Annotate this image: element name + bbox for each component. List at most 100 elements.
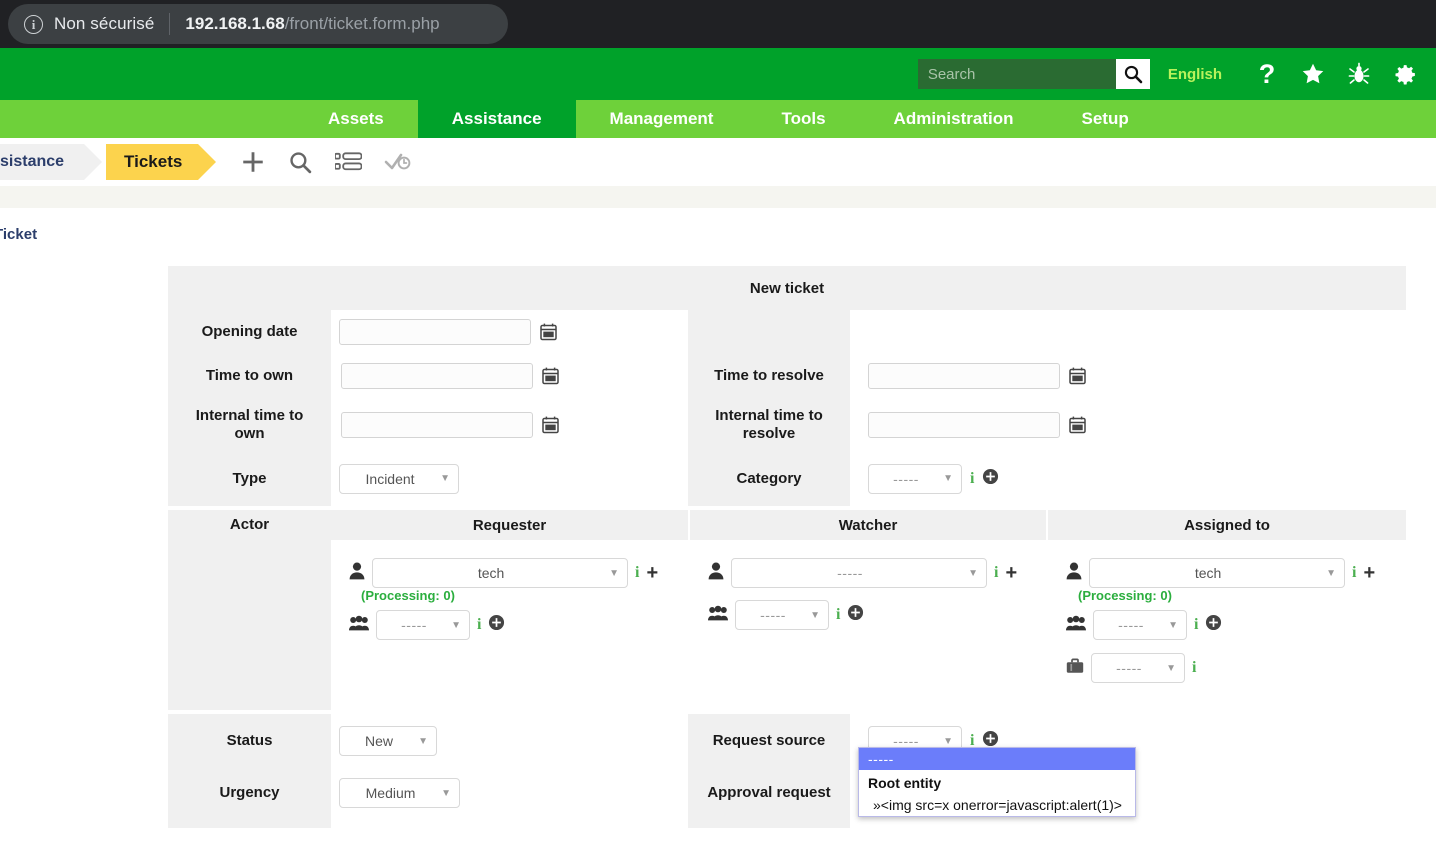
info-icon[interactable]: i <box>1194 616 1198 634</box>
assigned-group-value: ----- <box>1118 617 1144 633</box>
assigned-user-select[interactable]: tech ▼ <box>1089 558 1345 588</box>
urgency-select[interactable]: Medium ▼ <box>339 778 460 808</box>
field-type: Incident ▼ <box>331 451 688 506</box>
breadcrumb-item-tickets[interactable]: Tickets <box>106 144 217 180</box>
label-internal-time-to-own: Internal time to own <box>195 406 304 442</box>
validation-icon[interactable] <box>384 151 412 173</box>
calendar-icon[interactable] <box>542 416 559 434</box>
requester-processing-label: (Processing: 0) <box>361 588 455 603</box>
category-select[interactable]: ----- ▼ <box>868 463 962 494</box>
request-source-dropdown[interactable]: ----- Root entity »<img src=x onerror=ja… <box>858 747 1136 817</box>
requester-user-value: tech <box>477 565 505 581</box>
info-icon[interactable]: i <box>994 564 998 582</box>
actor-requester-title: Requester <box>331 510 688 540</box>
assigned-user-row: tech ▼ i + <box>1048 558 1406 588</box>
type-select[interactable]: Incident ▼ <box>339 463 459 494</box>
list-icon[interactable] <box>335 151 363 173</box>
time-to-resolve-input[interactable] <box>868 363 1060 389</box>
calendar-icon[interactable] <box>542 367 559 385</box>
chevron-down-icon: ▼ <box>943 735 953 747</box>
watcher-user-row: ----- ▼ i + <box>690 558 1046 588</box>
app-top-bar: English ? <box>0 48 1436 100</box>
url-host: 192.168.1.68 <box>185 14 285 33</box>
opening-date-input[interactable] <box>339 319 531 345</box>
menu-item-tools[interactable]: Tools <box>747 100 859 138</box>
watcher-group-select[interactable]: ----- ▼ <box>735 600 829 630</box>
form-section-dates: Opening date Time to own Internal time t… <box>168 310 1406 506</box>
search-submit-button[interactable] <box>1115 59 1150 89</box>
urgency-select-value: Medium <box>365 785 416 801</box>
group-icon <box>349 615 369 636</box>
type-select-value: Incident <box>365 470 415 487</box>
menu-item-administration[interactable]: Administration <box>860 100 1048 138</box>
security-status-label: Non sécurisé <box>54 14 155 33</box>
calendar-icon[interactable] <box>1069 367 1086 385</box>
label-type: Type <box>232 469 267 487</box>
dropdown-option-root-entity[interactable]: Root entity <box>859 770 1135 794</box>
breadcrumb-item-assistance[interactable]: sistance <box>0 144 103 180</box>
dropdown-option-blank[interactable]: ----- <box>859 748 1135 770</box>
assigned-supplier-select[interactable]: ----- ▼ <box>1091 653 1185 683</box>
actor-assigned-title: Assigned to <box>1048 510 1406 540</box>
internal-time-to-own-input[interactable] <box>341 411 533 438</box>
info-icon[interactable]: i <box>1192 659 1196 677</box>
add-icon[interactable]: + <box>646 563 658 583</box>
info-icon[interactable]: i <box>477 616 481 634</box>
menu-item-setup[interactable]: Setup <box>1048 100 1163 138</box>
label-actor: Actor <box>229 516 270 533</box>
chevron-down-icon: ▼ <box>451 619 461 631</box>
breadcrumb: sistance Tickets <box>0 138 1436 186</box>
info-icon[interactable]: i <box>836 606 840 624</box>
menu-item-assets[interactable]: Assets <box>294 100 418 138</box>
star-icon[interactable] <box>1290 54 1336 94</box>
internal-time-to-resolve-input[interactable] <box>868 411 1060 438</box>
calendar-icon[interactable] <box>540 323 557 341</box>
help-icon[interactable]: ? <box>1244 54 1290 94</box>
time-to-own-input[interactable] <box>341 363 533 389</box>
field-status: New ▼ <box>331 714 688 768</box>
menu-item-assistance[interactable]: Assistance <box>417 100 576 138</box>
add-circle-icon[interactable] <box>847 604 864 626</box>
field-urgency: Medium ▼ <box>331 768 688 818</box>
language-label[interactable]: English <box>1168 66 1222 83</box>
watcher-group-row: ----- ▼ i <box>690 600 1046 630</box>
search-icon[interactable] <box>288 150 313 175</box>
actor-column-watcher: Watcher ----- ▼ i + ----- ▼ i <box>688 510 1046 710</box>
label-urgency: Urgency <box>219 784 280 801</box>
label-time-to-own: Time to own <box>205 367 294 384</box>
add-circle-icon[interactable] <box>1205 614 1222 636</box>
sub-bar-divider <box>0 186 1436 208</box>
info-icon[interactable]: i <box>635 564 639 582</box>
url-path: /front/ticket.form.php <box>284 14 440 33</box>
requester-user-select[interactable]: tech ▼ <box>372 558 628 588</box>
add-icon[interactable] <box>240 149 266 175</box>
labels-column-right: Time to resolve Internal time to resolve… <box>688 310 850 506</box>
watcher-user-select[interactable]: ----- ▼ <box>731 558 987 588</box>
calendar-icon[interactable] <box>1069 416 1086 434</box>
status-select[interactable]: New ▼ <box>339 726 437 756</box>
menu-item-management[interactable]: Management <box>576 100 748 138</box>
add-circle-icon[interactable] <box>982 468 999 490</box>
gear-icon[interactable] <box>1382 54 1428 94</box>
address-bar[interactable]: i Non sécurisé 192.168.1.68 /front/ticke… <box>8 4 508 44</box>
info-icon[interactable]: i <box>970 470 974 488</box>
assigned-group-select[interactable]: ----- ▼ <box>1093 610 1187 640</box>
chevron-down-icon: ▼ <box>968 567 978 579</box>
person-icon <box>349 562 365 585</box>
info-icon[interactable]: i <box>1352 564 1356 582</box>
add-icon[interactable]: + <box>1363 563 1375 583</box>
breadcrumb-actions <box>240 149 412 175</box>
bug-icon[interactable] <box>1336 54 1382 94</box>
requester-group-select[interactable]: ----- ▼ <box>376 610 470 640</box>
search-input[interactable] <box>917 59 1116 89</box>
add-icon[interactable]: + <box>1005 563 1017 583</box>
dropdown-option-xss-payload[interactable]: »<img src=x onerror=javascript:alert(1)> <box>859 794 1135 816</box>
field-internal-time-to-resolve <box>850 398 1406 451</box>
assigned-user-value: tech <box>1194 565 1222 581</box>
site-info-icon[interactable]: i <box>24 14 43 34</box>
labels-column-left: Opening date Time to own Internal time t… <box>168 310 331 506</box>
person-icon <box>1066 562 1082 585</box>
field-opening-date <box>331 310 688 354</box>
add-circle-icon[interactable] <box>488 614 505 636</box>
chevron-down-icon: ▼ <box>943 473 953 484</box>
